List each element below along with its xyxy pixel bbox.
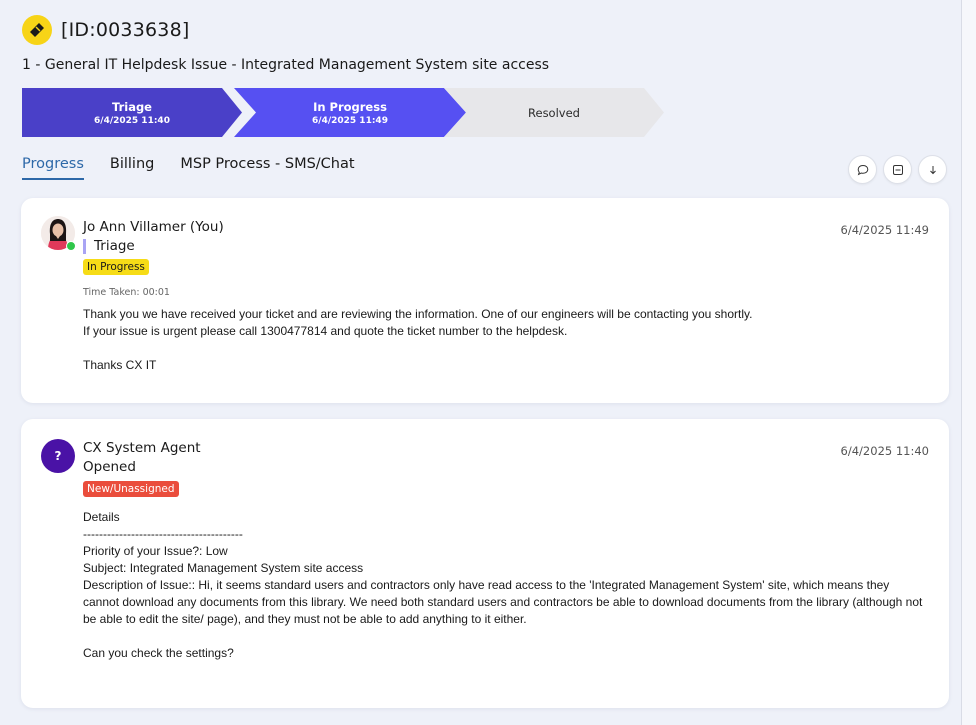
download-button[interactable] [918,155,947,184]
entry-stage: Triage [83,239,135,254]
message-line: Subject: Integrated Management System si… [83,561,364,575]
avatar: ? [41,439,75,473]
step-triage[interactable]: Triage 6/4/2025 11:40 [22,88,242,137]
tab-msp-process[interactable]: MSP Process - SMS/Chat [180,156,354,180]
collapse-icon [892,164,903,175]
status-badge: New/Unassigned [83,481,179,497]
collapse-button[interactable] [883,155,912,184]
time-taken: Time Taken: 00:01 [83,287,170,298]
message-line: ---------------------------------------- [83,527,243,541]
message-line: Priority of your Issue?: Low [83,544,228,558]
ticket-header: [ID:0033638] [22,15,189,45]
message-line: If your issue is urgent please call 1300… [83,324,568,338]
activity-entry: ? CX System Agent 6/4/2025 11:40 Opened … [21,419,949,708]
tab-progress[interactable]: Progress [22,156,84,180]
activity-entry: Jo Ann Villamer (You) 6/4/2025 11:49 Tri… [21,198,949,403]
message-line: Description of Issue:: Hi, it seems stan… [83,578,923,626]
message-line: Can you check the settings? [83,646,234,660]
tab-actions [848,155,953,184]
status-badge: In Progress [83,259,149,275]
comment-button[interactable] [848,155,877,184]
step-label: Resolved [528,105,580,120]
ticket-subtitle: 1 - General IT Helpdesk Issue - Integrat… [22,57,550,73]
online-status-dot [66,241,76,251]
ticket-icon [22,15,52,45]
entry-author: CX System Agent [83,440,201,456]
step-date: 6/4/2025 11:49 [312,115,388,126]
step-date: 6/4/2025 11:40 [94,115,170,126]
download-icon [929,165,936,174]
message-line: Details [83,510,120,524]
comment-icon [857,164,868,175]
scrollbar-track[interactable] [961,0,976,725]
entry-message: Thank you we have received your ticket a… [83,306,923,374]
entry-message: Details --------------------------------… [83,509,923,662]
entry-author: Jo Ann Villamer (You) [83,219,224,235]
tab-bar: Progress Billing MSP Process - SMS/Chat [22,156,381,180]
message-line: Thank you we have received your ticket a… [83,307,753,321]
message-line [83,628,923,645]
entry-timestamp: 6/4/2025 11:49 [840,223,929,237]
message-line [83,340,923,357]
entry-stage: Opened [83,459,136,475]
step-label: In Progress [313,99,387,114]
message-line: Thanks CX IT [83,358,157,372]
status-stepper: Triage 6/4/2025 11:40 In Progress 6/4/20… [22,88,664,137]
step-resolved[interactable]: Resolved [444,88,664,137]
step-label: Triage [112,99,152,114]
tab-billing[interactable]: Billing [110,156,154,180]
entry-timestamp: 6/4/2025 11:40 [840,444,929,458]
ticket-id: [ID:0033638] [61,19,190,41]
step-in-progress[interactable]: In Progress 6/4/2025 11:49 [234,88,466,137]
